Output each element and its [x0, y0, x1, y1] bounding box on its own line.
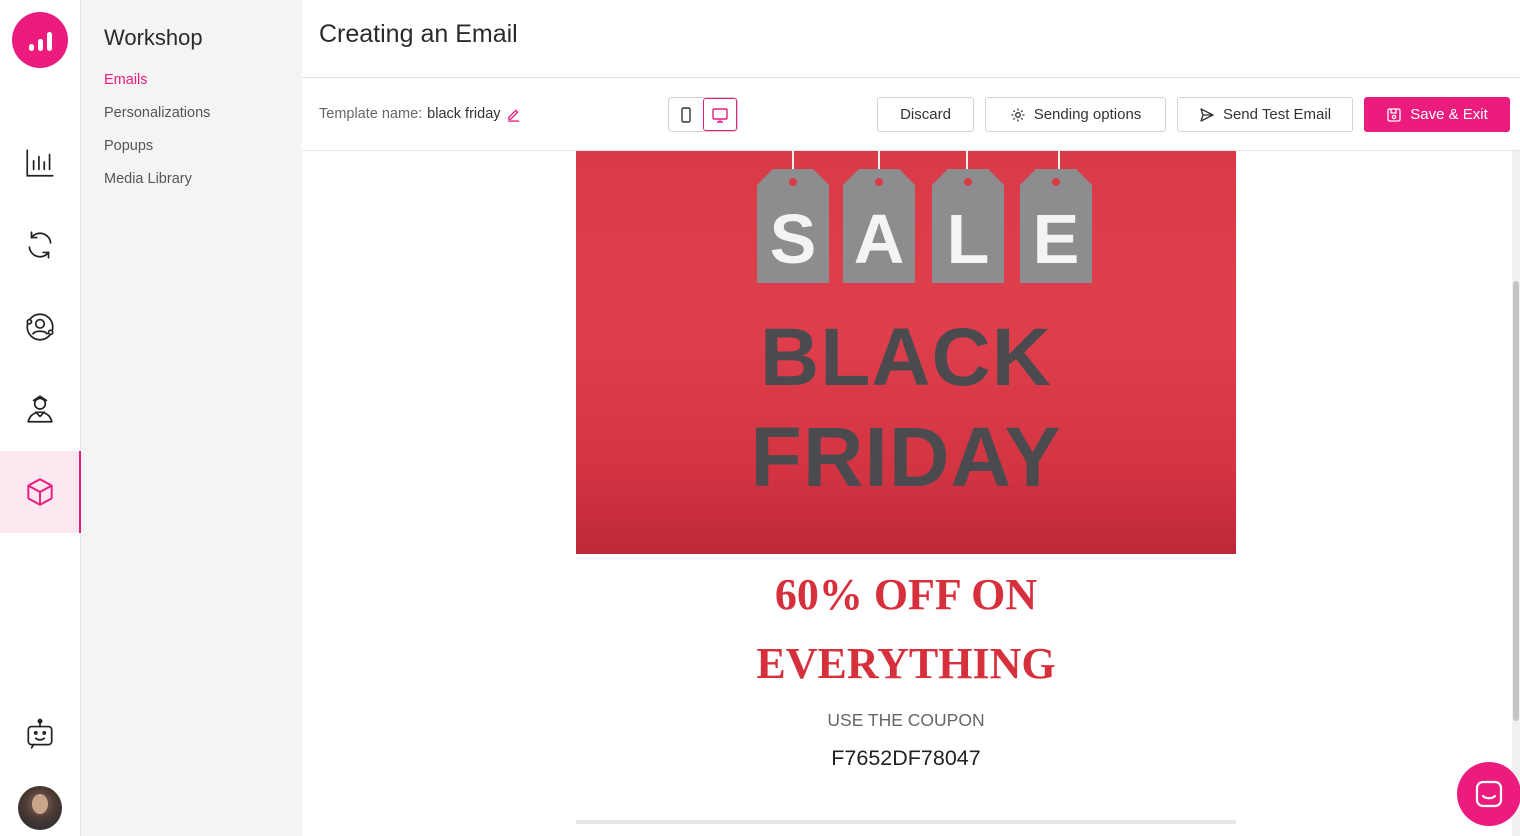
workshop-box-icon	[26, 478, 53, 506]
hero-image[interactable]: S A L E BLACK FRIDAY	[576, 151, 1236, 554]
page-title: Creating an Email	[319, 20, 518, 48]
offer-heading-line1: 60% OFF ON	[774, 570, 1038, 619]
discard-label: Discard	[900, 106, 951, 123]
hero-text-black: BLACK	[760, 312, 1052, 403]
visitor-icon	[27, 395, 53, 423]
sale-tag: E	[1020, 169, 1092, 283]
app-logo-icon[interactable]	[12, 12, 68, 68]
rail-item-visitor[interactable]	[0, 368, 80, 450]
template-name-label: Template name:	[319, 106, 423, 122]
sidebar-title: Workshop	[104, 25, 203, 50]
rail-item-audience[interactable]	[0, 286, 80, 368]
desktop-view-button[interactable]	[702, 98, 737, 131]
analytics-icon	[26, 149, 54, 177]
save-icon	[1387, 107, 1401, 122]
email-canvas[interactable]: S A L E BLACK FRIDAY 60% OFF ON EVERYTHI…	[302, 151, 1512, 836]
main-area: Creating an Email Template name: black f…	[302, 0, 1520, 836]
coupon-code: F7652DF78047	[831, 746, 981, 770]
template-name: Template name: black friday	[319, 106, 521, 122]
email-divider	[576, 820, 1236, 824]
avatar[interactable]	[18, 786, 62, 830]
gear-icon	[1011, 108, 1025, 121]
sidebar-item-popups[interactable]: Popups	[104, 138, 153, 154]
rail-item-workshop[interactable]	[0, 451, 81, 533]
mobile-icon	[681, 106, 691, 123]
chat-icon	[1475, 780, 1503, 808]
sale-tag: S	[757, 169, 829, 283]
send-test-email-button[interactable]: Send Test Email	[1177, 97, 1353, 132]
rail-item-analytics[interactable]	[0, 122, 80, 204]
template-name-value: black friday	[427, 106, 501, 122]
sale-tag: L	[932, 169, 1004, 283]
send-icon	[1200, 107, 1214, 122]
edit-pencil-icon[interactable]	[506, 107, 521, 122]
sale-tag: A	[843, 169, 915, 283]
sidebar-item-emails[interactable]: Emails	[104, 72, 148, 88]
workshop-sidebar: Workshop Emails Personalizations Popups …	[81, 0, 302, 836]
mobile-view-button[interactable]	[669, 98, 703, 131]
icon-rail	[0, 0, 81, 836]
save-exit-button[interactable]: Save & Exit	[1364, 97, 1510, 132]
editor-toolbar: Template name: black friday Discard Send…	[302, 78, 1520, 151]
audience-icon	[26, 313, 54, 341]
rail-item-sync[interactable]	[0, 204, 80, 286]
coupon-label: USE THE COUPON	[827, 710, 985, 730]
sidebar-item-media-library[interactable]: Media Library	[104, 171, 192, 187]
hero-text-friday: FRIDAY	[750, 410, 1062, 504]
send-test-email-label: Send Test Email	[1222, 106, 1332, 123]
discard-button[interactable]: Discard	[877, 97, 974, 132]
rail-item-bot[interactable]	[0, 693, 80, 775]
sending-options-label: Sending options	[1033, 106, 1142, 123]
chat-launcher-button[interactable]	[1457, 762, 1520, 826]
device-toggle	[668, 97, 738, 132]
scrollbar-thumb[interactable]	[1513, 281, 1519, 721]
canvas-scrollbar[interactable]	[1512, 151, 1520, 836]
sidebar-item-personalizations[interactable]: Personalizations	[104, 105, 210, 121]
sync-icon	[28, 231, 52, 259]
offer-heading-line2: EVERYTHING	[756, 639, 1056, 688]
desktop-icon	[712, 107, 728, 123]
sending-options-button[interactable]: Sending options	[985, 97, 1166, 132]
bot-icon	[27, 718, 53, 749]
save-exit-label: Save & Exit	[1410, 106, 1488, 123]
